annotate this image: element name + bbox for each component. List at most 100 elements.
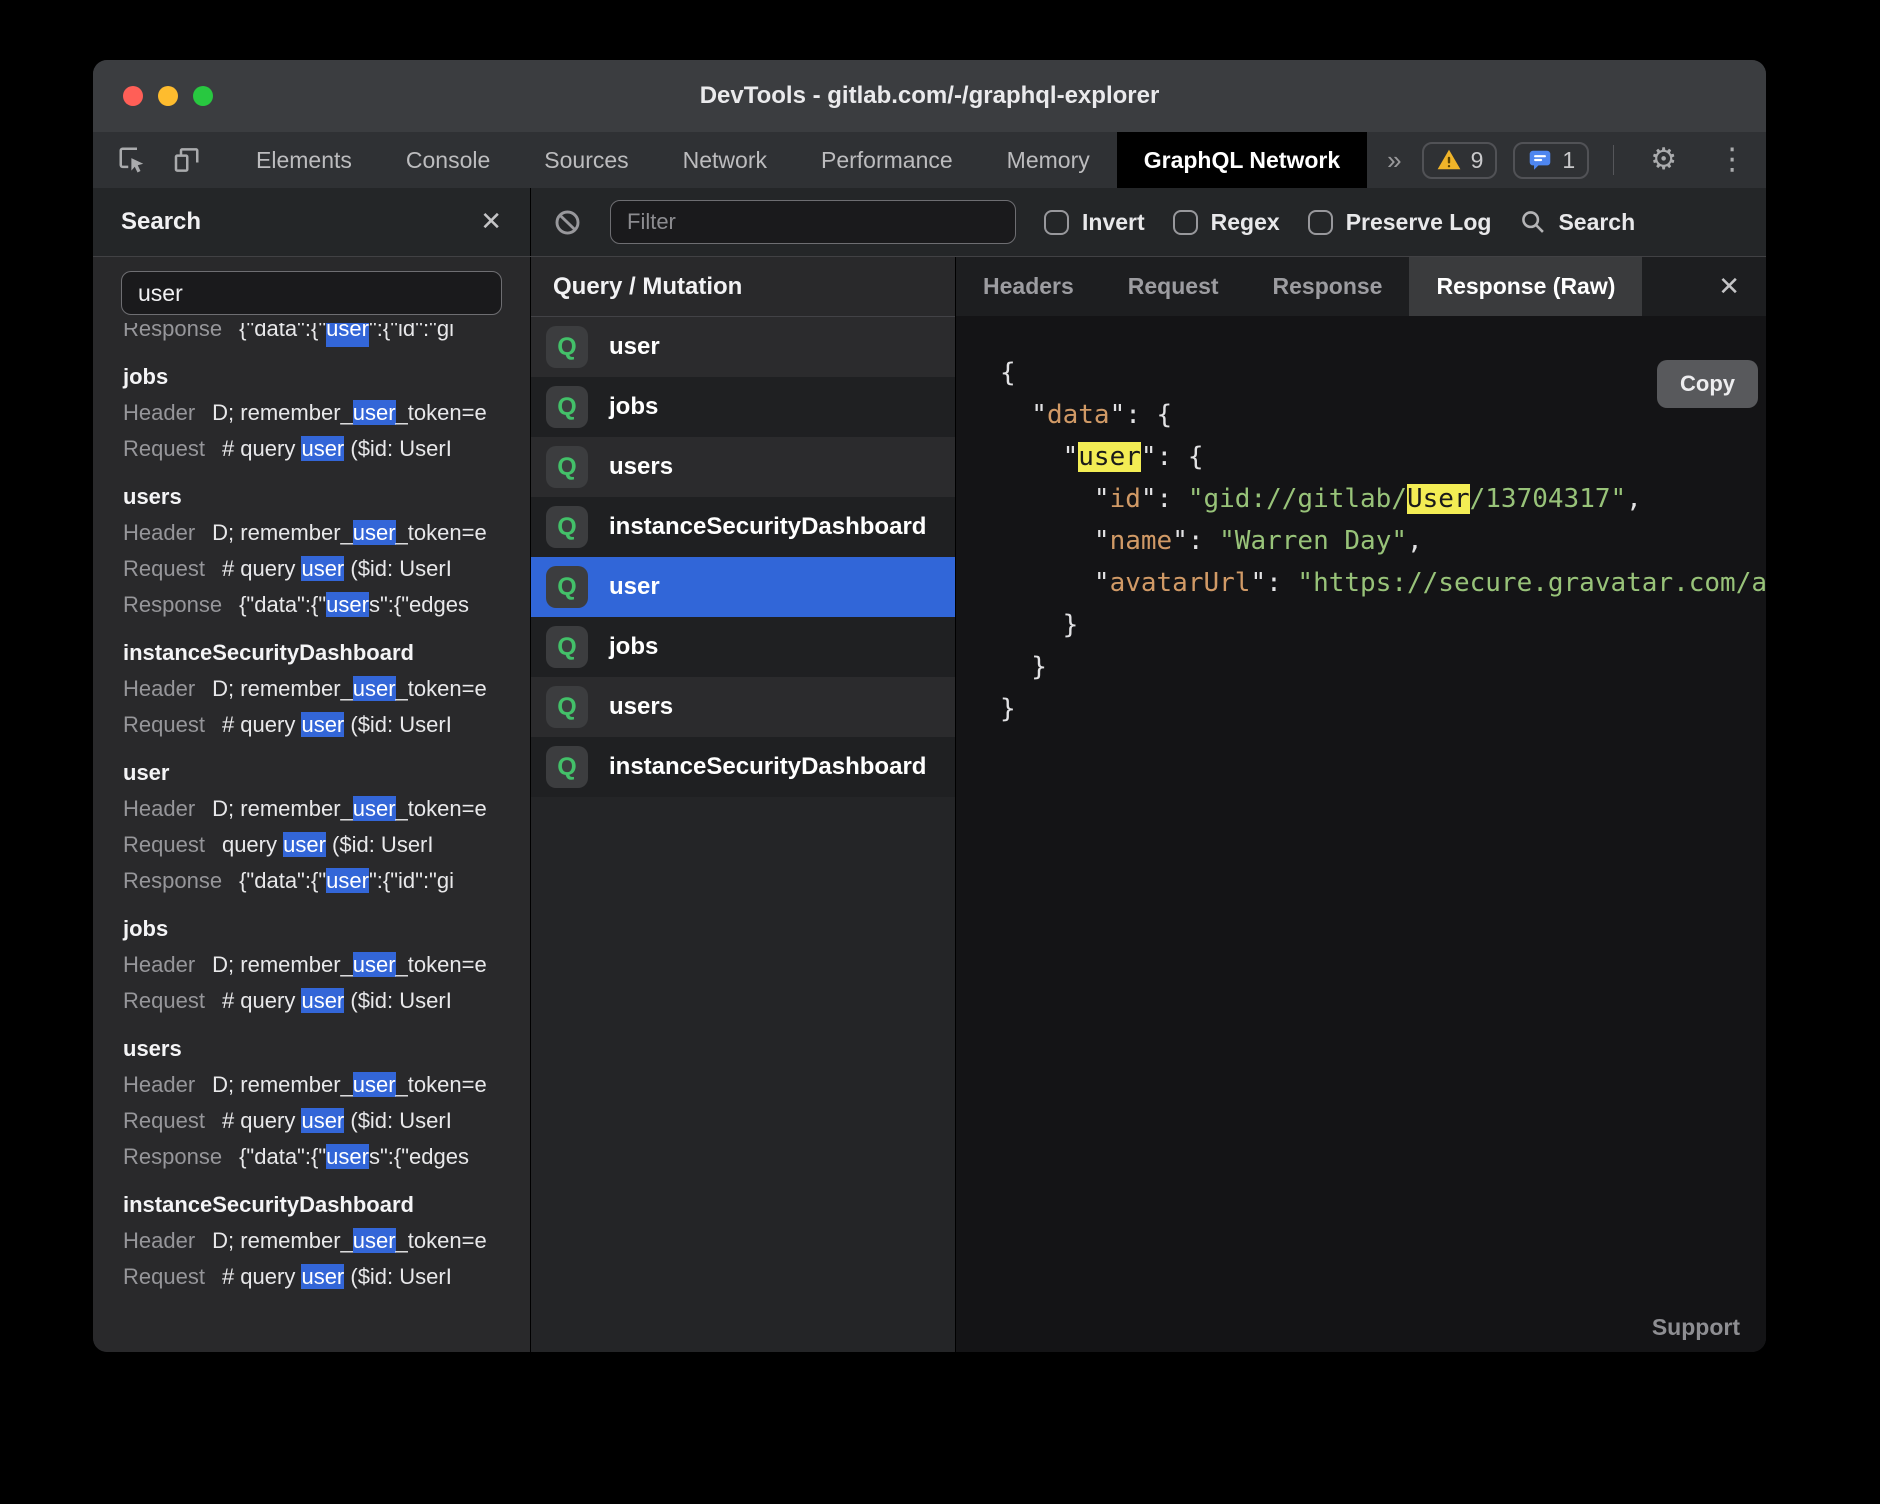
- json-line: "user": {: [1000, 436, 1766, 478]
- query-item-jobs[interactable]: Qjobs: [531, 377, 955, 437]
- checkbox-label: Regex: [1211, 209, 1280, 236]
- search-result-row[interactable]: Requestquery user ($id: UserI: [123, 827, 530, 863]
- search-result-row[interactable]: Request# query user ($id: UserI: [123, 1103, 530, 1139]
- search-result-row[interactable]: HeaderD; remember_user_token=e: [123, 1067, 530, 1103]
- main-content: Response{"data":{"user":{"id":"gijobsHea…: [93, 257, 1766, 1352]
- support-link[interactable]: Support: [1652, 1314, 1740, 1341]
- devtools-tabbar: ElementsConsoleSourcesNetworkPerformance…: [93, 132, 1766, 188]
- query-mutation-header: Query / Mutation: [531, 257, 955, 317]
- search-result-group-title: jobs: [123, 359, 530, 395]
- query-item-users[interactable]: Qusers: [531, 677, 955, 737]
- text-segment: D; remember_: [212, 1228, 353, 1253]
- search-result-row[interactable]: HeaderD; remember_user_token=e: [123, 1223, 530, 1259]
- search-result-row[interactable]: Request# query user ($id: UserI: [123, 707, 530, 743]
- search-result-row[interactable]: Request# query user ($id: UserI: [123, 983, 530, 1019]
- warning-count: 9: [1471, 147, 1484, 174]
- messages-badge[interactable]: 1: [1513, 142, 1589, 179]
- response-raw-content: Copy {"data": {"user": {"id": "gid://git…: [956, 316, 1766, 1352]
- search-result-row[interactable]: HeaderD; remember_user_token=e: [123, 947, 530, 983]
- search-result-row[interactable]: Response{"data":{"users":{"edges: [123, 587, 530, 623]
- tab-graphql-network[interactable]: GraphQL Network: [1117, 132, 1367, 188]
- json-line: }: [1000, 646, 1766, 688]
- text-segment: D; remember_: [212, 676, 353, 701]
- code-segment: "gid://gitlab/: [1188, 484, 1407, 514]
- match-highlight: user: [326, 868, 369, 893]
- query-item-jobs[interactable]: Qjobs: [531, 617, 955, 677]
- kebab-menu-icon[interactable]: ⋮: [1705, 145, 1759, 175]
- search-result-row[interactable]: Request# query user ($id: UserI: [123, 431, 530, 467]
- tab-console[interactable]: Console: [379, 132, 517, 188]
- copy-button[interactable]: Copy: [1657, 360, 1758, 408]
- tab-sources[interactable]: Sources: [517, 132, 655, 188]
- message-count: 1: [1562, 147, 1575, 174]
- match-highlight: user: [326, 323, 369, 347]
- search-result-row[interactable]: Response{"data":{"users":{"edges: [123, 1139, 530, 1175]
- tab-memory[interactable]: Memory: [980, 132, 1117, 188]
- tabbar-right-controls: 9 1 ⚙ ⋮: [1422, 132, 1766, 188]
- search-result-row[interactable]: HeaderD; remember_user_token=e: [123, 791, 530, 827]
- match-highlight: user: [301, 556, 344, 581]
- query-item-instancesecuritydashboard[interactable]: QinstanceSecurityDashboard: [531, 737, 955, 797]
- close-detail-icon[interactable]: ✕: [1718, 272, 1766, 302]
- tab-performance[interactable]: Performance: [794, 132, 980, 188]
- inspect-element-icon[interactable]: [105, 132, 159, 188]
- query-item-users[interactable]: Qusers: [531, 437, 955, 497]
- search-toggle[interactable]: Search: [1519, 208, 1635, 236]
- search-input[interactable]: [121, 271, 502, 315]
- search-result-row[interactable]: Request# query user ($id: UserI: [123, 551, 530, 587]
- match-highlight: user: [301, 1264, 344, 1289]
- search-result-row[interactable]: HeaderD; remember_user_token=e: [123, 395, 530, 431]
- close-search-icon[interactable]: ✕: [480, 207, 502, 237]
- regex-checkbox[interactable]: Regex: [1173, 209, 1280, 236]
- text-segment: s":{"edges: [369, 592, 469, 617]
- json-line: {: [1000, 352, 1766, 394]
- search-result-row[interactable]: HeaderD; remember_user_token=e: [123, 671, 530, 707]
- detail-tab-response-raw[interactable]: Response (Raw): [1409, 257, 1642, 316]
- filter-input[interactable]: [610, 200, 1016, 244]
- detail-tab-request[interactable]: Request: [1101, 257, 1246, 316]
- code-segment: ,: [1626, 484, 1642, 514]
- settings-gear-icon[interactable]: ⚙: [1638, 145, 1689, 175]
- close-window-button[interactable]: [123, 86, 143, 106]
- query-item-user[interactable]: Quser: [531, 317, 955, 377]
- match-highlight: user: [353, 520, 396, 545]
- search-result-row[interactable]: Response{"data":{"user":{"id":"gi: [123, 863, 530, 899]
- text-segment: D; remember_: [212, 796, 353, 821]
- detail-tab-response[interactable]: Response: [1246, 257, 1410, 316]
- text-segment: # query: [222, 1264, 302, 1289]
- block-clear-icon[interactable]: [553, 208, 582, 237]
- warnings-badge[interactable]: 9: [1422, 142, 1498, 179]
- tab-elements[interactable]: Elements: [229, 132, 379, 188]
- more-tabs-chevron[interactable]: »: [1367, 132, 1421, 188]
- preserve-log-checkbox[interactable]: Preserve Log: [1308, 209, 1492, 236]
- query-item-user[interactable]: Quser: [531, 557, 955, 617]
- search-panel-header: Search ✕: [93, 188, 531, 256]
- search-result-group-title: instanceSecurityDashboard: [123, 635, 530, 671]
- json-line: "id": "gid://gitlab/User/13704317",: [1000, 478, 1766, 520]
- query-type-badge: Q: [546, 746, 588, 788]
- text-segment: # query: [222, 556, 302, 581]
- query-item-instancesecuritydashboard[interactable]: QinstanceSecurityDashboard: [531, 497, 955, 557]
- search-result-row[interactable]: Request# query user ($id: UserI: [123, 1259, 530, 1295]
- network-filterbar: Invert Regex Preserve Log Search: [531, 188, 1766, 256]
- query-type-badge: Q: [546, 506, 588, 548]
- match-highlight: user: [301, 1108, 344, 1133]
- text-segment: {"data":{": [239, 868, 326, 893]
- zoom-window-button[interactable]: [193, 86, 213, 106]
- code-segment: ": [1094, 484, 1110, 514]
- invert-checkbox[interactable]: Invert: [1044, 209, 1145, 236]
- text-segment: {"data":{": [239, 323, 326, 347]
- search-result-row[interactable]: Response{"data":{"user":{"id":"gi: [123, 323, 530, 347]
- detail-tab-headers[interactable]: Headers: [956, 257, 1101, 316]
- text-segment: # query: [222, 1108, 302, 1133]
- result-row-label: Response: [123, 868, 222, 893]
- search-result-row[interactable]: HeaderD; remember_user_token=e: [123, 515, 530, 551]
- query-type-badge: Q: [546, 326, 588, 368]
- minimize-window-button[interactable]: [158, 86, 178, 106]
- tab-network[interactable]: Network: [656, 132, 794, 188]
- search-result-group-title: users: [123, 1031, 530, 1067]
- match-highlight: user: [326, 1144, 369, 1169]
- text-segment: _token=e: [396, 1228, 487, 1253]
- device-toolbar-icon[interactable]: [159, 132, 213, 188]
- checkbox-box: [1173, 210, 1198, 235]
